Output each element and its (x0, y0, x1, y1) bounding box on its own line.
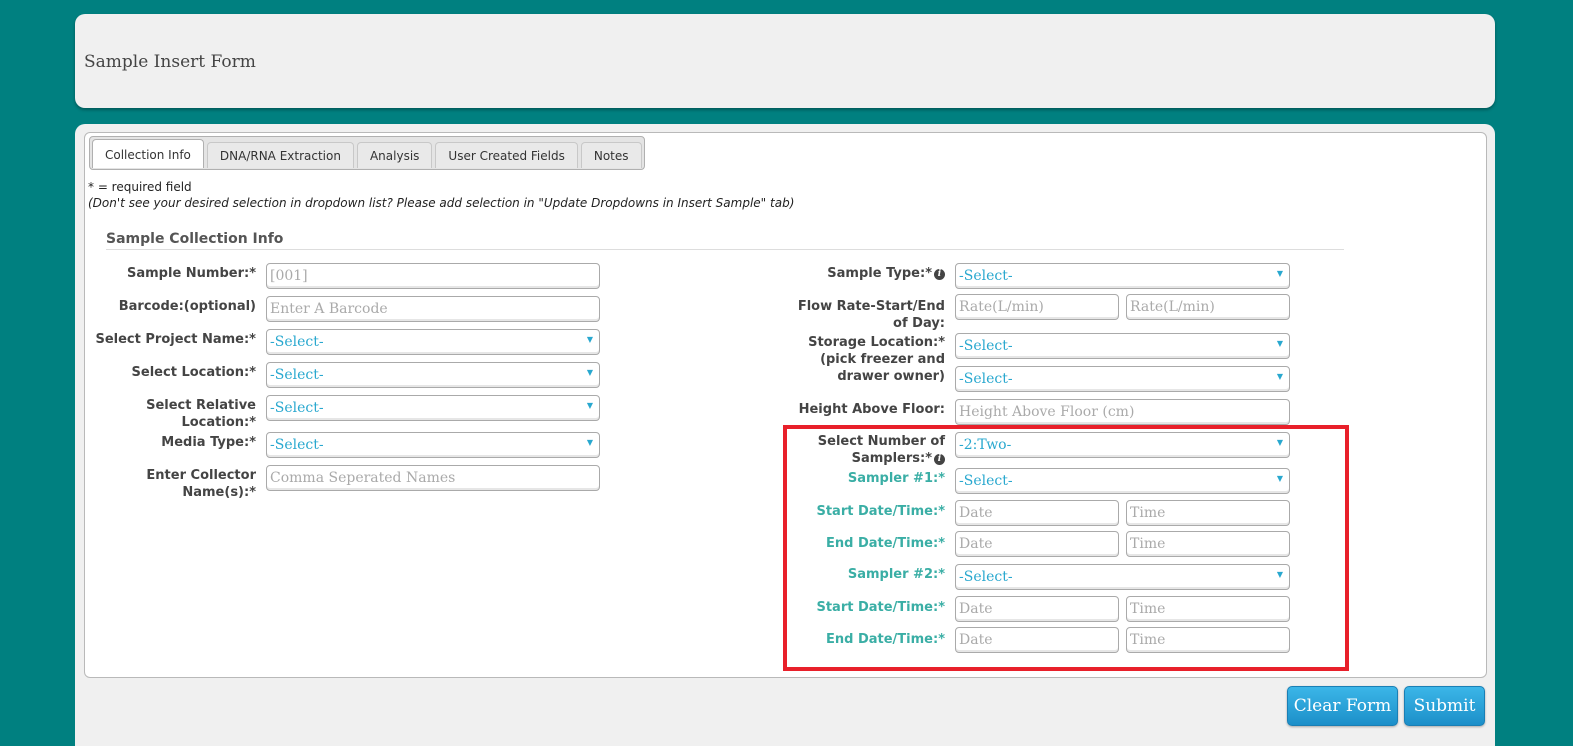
tab-bar: Collection Info DNA/RNA Extraction Analy… (89, 136, 645, 170)
num-samplers-label: Select Number of Samplers:* i (745, 433, 945, 467)
submit-button[interactable]: Submit (1404, 686, 1485, 726)
sampler-1-select[interactable]: -Select- ▼ (955, 468, 1290, 494)
storage-location-label: Storage Location:* (pick freezer and drawe… (745, 334, 945, 385)
sampler-1-value: -Select- (959, 473, 1013, 489)
tab-analysis[interactable]: Analysis (356, 142, 433, 168)
barcode-label: Barcode:(optional) (118, 299, 256, 314)
dropdown-arrow-icon: ▼ (1276, 570, 1283, 579)
collector-names-input[interactable]: Comma Seperated Names (266, 465, 600, 491)
sample-type-select[interactable]: -Select- ▼ (955, 263, 1290, 289)
sampler-2-end-time-input[interactable]: Time (1126, 627, 1290, 653)
project-name-value: -Select- (270, 334, 324, 350)
dropdown-arrow-icon: ▼ (1276, 372, 1283, 381)
location-value: -Select- (270, 367, 324, 383)
location-label: Select Location:* (131, 365, 256, 380)
flow-rate-start-input[interactable]: Rate(L/min) (955, 294, 1119, 320)
flow-rate-label: Flow Rate-Start/End of Day: (745, 298, 945, 332)
sampler-1-end-time-input[interactable]: Time (1126, 531, 1290, 557)
dropdown-arrow-icon: ▼ (1276, 269, 1283, 278)
num-samplers-label-line2: Samplers:* (851, 451, 932, 466)
sampler-2-label: Sampler #2:* (847, 567, 945, 582)
sample-type-label: Sample Type:* i (745, 265, 945, 282)
section-title: Sample Collection Info (106, 231, 284, 247)
sampler-2-start-label: Start Date/Time:* (816, 600, 945, 615)
height-above-floor-label: Height Above Floor: (798, 402, 945, 417)
sampler-2-start-date-input[interactable]: Date (955, 596, 1119, 622)
collector-label: Enter Collector Name(s):* (60, 467, 256, 501)
location-select[interactable]: -Select- ▼ (266, 362, 600, 388)
dropdown-arrow-icon: ▼ (1276, 438, 1283, 447)
num-samplers-label-line1: Select Number of (817, 434, 945, 449)
sampler-1-start-time-input[interactable]: Time (1126, 500, 1290, 526)
collector-label-line1: Enter Collector (146, 468, 256, 483)
sample-number-input[interactable]: [001] (266, 263, 600, 289)
storage-freezer-value: -Select- (959, 338, 1013, 354)
sample-type-value: -Select- (959, 268, 1013, 284)
header-panel: Sample Insert Form (75, 14, 1495, 108)
media-type-value: -Select- (270, 437, 324, 453)
storage-label-line2: (pick freezer and (820, 352, 945, 367)
dropdown-hint: (Don't see your desired selection in dro… (88, 196, 795, 210)
sampler-2-end-date-input[interactable]: Date (955, 627, 1119, 653)
project-name-label: Select Project Name:* (95, 332, 256, 347)
dropdown-arrow-icon: ▼ (586, 335, 593, 344)
sampler-1-label: Sampler #1:* (847, 471, 945, 486)
section-divider (106, 249, 1344, 250)
sampler-2-select[interactable]: -Select- ▼ (955, 564, 1290, 590)
storage-drawer-value: -Select- (959, 371, 1013, 387)
sampler-1-end-label: End Date/Time:* (826, 536, 945, 551)
sampler-1-start-date-input[interactable]: Date (955, 500, 1119, 526)
storage-label-line1: Storage Location:* (808, 335, 945, 350)
num-samplers-select[interactable]: -2:Two- ▼ (955, 432, 1290, 458)
relative-location-select[interactable]: -Select- ▼ (266, 395, 600, 421)
dropdown-arrow-icon: ▼ (1276, 339, 1283, 348)
media-type-select[interactable]: -Select- ▼ (266, 432, 600, 458)
clear-form-button[interactable]: Clear Form (1287, 686, 1398, 726)
media-type-label: Media Type:* (161, 435, 256, 450)
storage-freezer-select[interactable]: -Select- ▼ (955, 333, 1290, 359)
sampler-2-value: -Select- (959, 569, 1013, 585)
sample-number-label: Sample Number:* (127, 266, 256, 281)
collector-label-line2: Name(s):* (182, 485, 256, 500)
sampler-1-start-label: Start Date/Time:* (816, 504, 945, 519)
relative-location-label-line2: Location:* (181, 415, 256, 430)
barcode-input[interactable]: Enter A Barcode (266, 296, 600, 322)
tab-notes[interactable]: Notes (580, 142, 642, 168)
required-field-note: * = required field (88, 180, 192, 194)
dropdown-arrow-icon: ▼ (586, 368, 593, 377)
project-name-select[interactable]: -Select- ▼ (266, 329, 600, 355)
flow-rate-label-line1: Flow Rate-Start/End (797, 299, 945, 314)
sampler-2-end-label: End Date/Time:* (826, 632, 945, 647)
dropdown-arrow-icon: ▼ (1276, 474, 1283, 483)
tab-user-created-fields[interactable]: User Created Fields (435, 142, 578, 168)
flow-rate-end-input[interactable]: Rate(L/min) (1126, 294, 1290, 320)
sampler-1-end-date-input[interactable]: Date (955, 531, 1119, 557)
dropdown-arrow-icon: ▼ (586, 438, 593, 447)
sampler-2-start-time-input[interactable]: Time (1126, 596, 1290, 622)
storage-label-line3: drawer owner) (837, 369, 945, 384)
page-title: Sample Insert Form (84, 52, 256, 72)
relative-location-value: -Select- (270, 400, 324, 416)
num-samplers-value: -2:Two- (959, 437, 1012, 453)
flow-rate-label-line2: of Day: (893, 316, 945, 331)
sample-type-label-text: Sample Type:* (827, 266, 932, 281)
relative-location-label: Select Relative Location:* (60, 397, 256, 431)
info-icon[interactable]: i (934, 454, 945, 465)
tab-dna-rna-extraction[interactable]: DNA/RNA Extraction (206, 142, 354, 168)
info-icon[interactable]: i (934, 269, 945, 280)
relative-location-label-line1: Select Relative (146, 398, 256, 413)
height-above-floor-input[interactable]: Height Above Floor (cm) (955, 399, 1290, 425)
storage-drawer-select[interactable]: -Select- ▼ (955, 366, 1290, 392)
tab-collection-info[interactable]: Collection Info (92, 139, 204, 168)
dropdown-arrow-icon: ▼ (586, 401, 593, 410)
